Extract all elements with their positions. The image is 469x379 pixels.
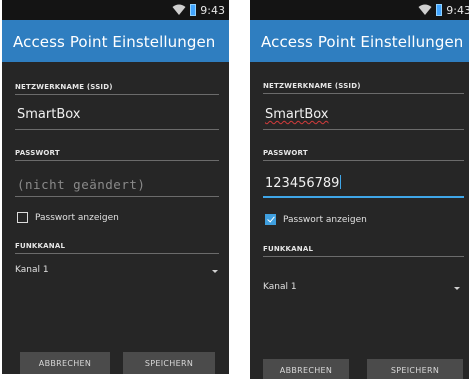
save-button[interactable]: SPEICHERN [123, 352, 215, 374]
password-input-underline [15, 196, 219, 197]
checkbox-icon[interactable] [265, 214, 276, 225]
status-bar: 9:43 [2, 0, 229, 20]
status-time: 9:43 [446, 3, 469, 17]
app-bar: Access Point Einstellungen [250, 20, 469, 62]
cancel-button[interactable]: ABBRECHEN [263, 359, 349, 379]
wifi-icon [418, 4, 432, 15]
password-label: PASSWORT [15, 149, 60, 157]
show-password-toggle[interactable]: Passwort anzeigen [17, 212, 119, 223]
dropdown-arrow-icon[interactable] [212, 270, 218, 273]
password-label: PASSWORT [263, 149, 308, 157]
password-label-divider [263, 160, 464, 161]
ssid-input[interactable]: SmartBox [265, 107, 329, 122]
dropdown-arrow-icon[interactable] [454, 287, 460, 290]
channel-spinner[interactable]: Kanal 1 [263, 282, 297, 292]
ssid-label: NETZWERKNAME (SSID) [15, 83, 113, 91]
password-label-divider [15, 160, 219, 161]
checkbox-icon[interactable] [17, 212, 28, 223]
password-value-text: 123456789 [265, 176, 340, 191]
ssid-label-divider [15, 94, 219, 95]
page-title: Access Point Einstellungen [13, 33, 216, 51]
password-input[interactable]: (nicht geändert) [17, 177, 145, 192]
ssid-value-text: SmartBox [265, 107, 329, 122]
ssid-label: NETZWERKNAME (SSID) [263, 82, 361, 90]
screen-left: 9:43 Access Point Einstellungen NETZWERK… [2, 0, 229, 374]
ssid-input-underline [15, 129, 219, 130]
password-input-underline [263, 196, 464, 198]
show-password-label: Passwort anzeigen [283, 214, 367, 225]
show-password-label: Passwort anzeigen [35, 212, 119, 223]
password-input[interactable]: 123456789 [265, 175, 342, 191]
channel-label-divider [263, 256, 464, 257]
battery-icon [190, 4, 197, 16]
page-title: Access Point Einstellungen [261, 33, 464, 51]
channel-spinner[interactable]: Kanal 1 [15, 265, 49, 275]
ssid-label-divider [263, 93, 464, 94]
status-time: 9:43 [200, 3, 225, 17]
app-bar: Access Point Einstellungen [2, 20, 229, 62]
screen-right: 9:43 Access Point Einstellungen NETZWERK… [250, 0, 469, 379]
text-cursor [340, 175, 342, 189]
ssid-input-underline [263, 129, 464, 130]
channel-label: FUNKKANAL [263, 245, 314, 253]
save-button[interactable]: SPEICHERN [367, 359, 463, 379]
ssid-input[interactable]: SmartBox [17, 107, 81, 122]
cancel-button[interactable]: ABBRECHEN [20, 352, 110, 374]
channel-label: FUNKKANAL [15, 242, 66, 250]
show-password-toggle[interactable]: Passwort anzeigen [265, 214, 367, 225]
battery-icon [436, 4, 443, 16]
channel-label-divider [15, 253, 219, 254]
wifi-icon [172, 4, 186, 15]
status-bar: 9:43 [250, 0, 469, 20]
